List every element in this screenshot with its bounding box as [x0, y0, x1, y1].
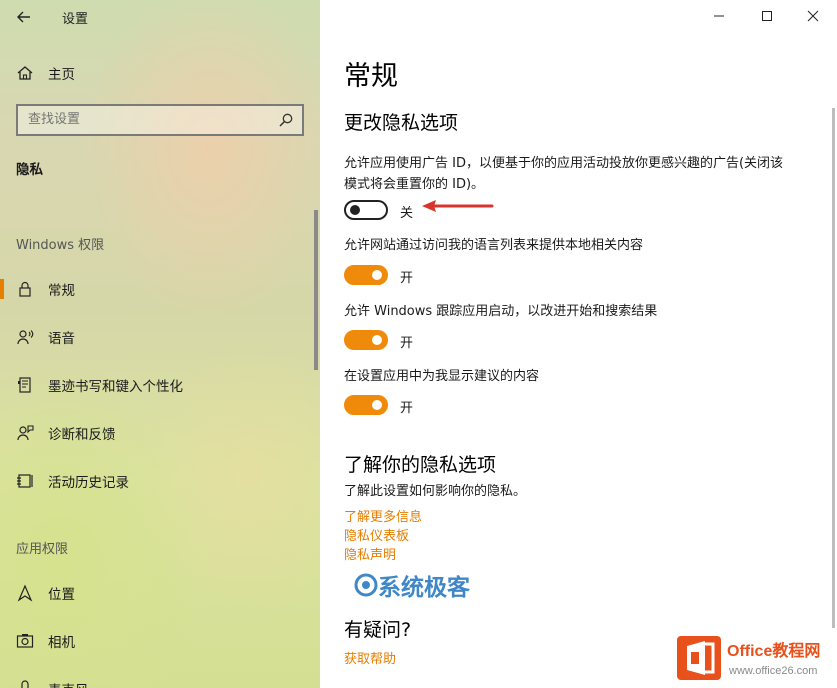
toggle-knob	[372, 400, 382, 410]
minimize-icon	[714, 15, 724, 17]
office-watermark-title: Office教程网	[727, 641, 820, 660]
privacy-statement-link[interactable]: 隐私声明	[344, 544, 396, 563]
toggle-knob	[372, 335, 382, 345]
lock-icon	[16, 280, 34, 298]
maximize-icon	[762, 11, 772, 21]
sidebar-item-home[interactable]: 主页	[0, 53, 320, 93]
option-description: 在设置应用中为我显示建议的内容	[344, 369, 540, 384]
option-description: 允许 Windows 跟踪应用启动，以改进开始和搜索结果	[344, 304, 658, 319]
location-icon	[16, 584, 34, 602]
sidebar-item-label: 墨迹书写和键入个性化	[48, 379, 183, 395]
search-input[interactable]	[28, 112, 268, 127]
close-icon	[807, 10, 819, 22]
sidebar-item-label: 活动历史记录	[48, 475, 129, 491]
active-indicator	[0, 279, 4, 299]
toggle-state-label: 开	[400, 271, 414, 286]
maximize-button[interactable]	[754, 4, 780, 28]
ink-icon	[16, 376, 34, 394]
privacy-options-heading: 更改隐私选项	[344, 112, 459, 134]
search-box[interactable]	[16, 104, 304, 136]
main-content: 常规 更改隐私选项 允许应用使用广告 ID，以便基于你的应用活动投放你更感兴趣的…	[320, 0, 837, 688]
minimize-button[interactable]	[706, 4, 732, 28]
sidebar-item-label: 位置	[48, 587, 75, 603]
learn-privacy-text: 了解此设置如何影响你的隐私。	[344, 484, 527, 499]
back-arrow-icon	[17, 11, 30, 23]
sidebar-item-label: 常规	[48, 283, 75, 299]
option-description: 允许网站通过访问我的语言列表来提供本地相关内容	[344, 238, 644, 253]
current-section-label: 隐私	[16, 162, 43, 178]
speech-icon	[16, 328, 34, 346]
sidebar: 设置 主页 隐私 Windows 权限 常规 语音 墨迹书写和键入个性化	[0, 0, 320, 688]
search-icon[interactable]	[278, 112, 294, 128]
page-title: 常规	[344, 61, 398, 92]
sidebar-item-camera[interactable]: 相机	[0, 621, 320, 661]
feedback-icon	[16, 424, 34, 442]
group-header-windows: Windows 权限	[16, 238, 105, 253]
main-scrollbar[interactable]	[832, 108, 835, 628]
sidebar-scrollbar[interactable]	[314, 210, 318, 370]
suggested-content-toggle[interactable]	[344, 395, 388, 415]
history-icon	[16, 472, 34, 490]
toggle-state-label: 开	[400, 336, 414, 351]
office-watermark: Office教程网 www.office26.com	[677, 636, 820, 680]
toggle-state-label: 开	[400, 401, 414, 416]
syskc-watermark: 系统极客	[354, 568, 470, 602]
sidebar-item-speech[interactable]: 语音	[0, 317, 320, 357]
learn-more-link[interactable]: 了解更多信息	[344, 506, 422, 525]
sidebar-item-label: 相机	[48, 635, 75, 651]
sidebar-item-label: 语音	[48, 331, 75, 347]
sidebar-item-label: 诊断和反馈	[48, 427, 116, 443]
sidebar-item-inking[interactable]: 墨迹书写和键入个性化	[0, 365, 320, 405]
question-heading: 有疑问?	[344, 619, 412, 641]
sidebar-item-location[interactable]: 位置	[0, 573, 320, 613]
home-icon	[16, 64, 34, 82]
sidebar-item-label: 麦克风	[48, 679, 89, 688]
toggle-state-label: 关	[400, 206, 414, 221]
camera-icon	[16, 632, 34, 650]
app-title: 设置	[62, 12, 89, 27]
syskc-watermark-text: 系统极客	[378, 575, 470, 601]
app-launch-tracking-toggle[interactable]	[344, 330, 388, 350]
syskc-logo-icon	[354, 573, 378, 597]
sidebar-item-feedback[interactable]: 诊断和反馈	[0, 413, 320, 453]
get-help-link[interactable]: 获取帮助	[344, 648, 396, 667]
title-bar: 设置	[0, 0, 320, 34]
advertising-id-toggle[interactable]	[344, 200, 388, 220]
group-header-apps: 应用权限	[16, 542, 69, 557]
microphone-icon	[16, 680, 34, 688]
toggle-knob	[372, 270, 382, 280]
close-button[interactable]	[800, 4, 826, 28]
sidebar-item-general[interactable]: 常规	[0, 269, 320, 309]
back-button[interactable]	[14, 6, 36, 28]
red-arrow-annotation	[422, 200, 494, 212]
sidebar-item-label: 主页	[48, 67, 75, 83]
learn-privacy-heading: 了解你的隐私选项	[344, 454, 497, 476]
sidebar-item-microphone[interactable]: 麦克风	[0, 669, 320, 688]
sidebar-item-activity-history[interactable]: 活动历史记录	[0, 461, 320, 501]
toggle-knob	[350, 205, 360, 215]
option-description: 允许应用使用广告 ID，以便基于你的应用活动投放你更感兴趣的广告(关闭该模式将会…	[344, 156, 784, 192]
language-list-toggle[interactable]	[344, 265, 388, 285]
office-watermark-url: www.office26.com	[728, 665, 817, 677]
privacy-dashboard-link[interactable]: 隐私仪表板	[344, 525, 409, 544]
